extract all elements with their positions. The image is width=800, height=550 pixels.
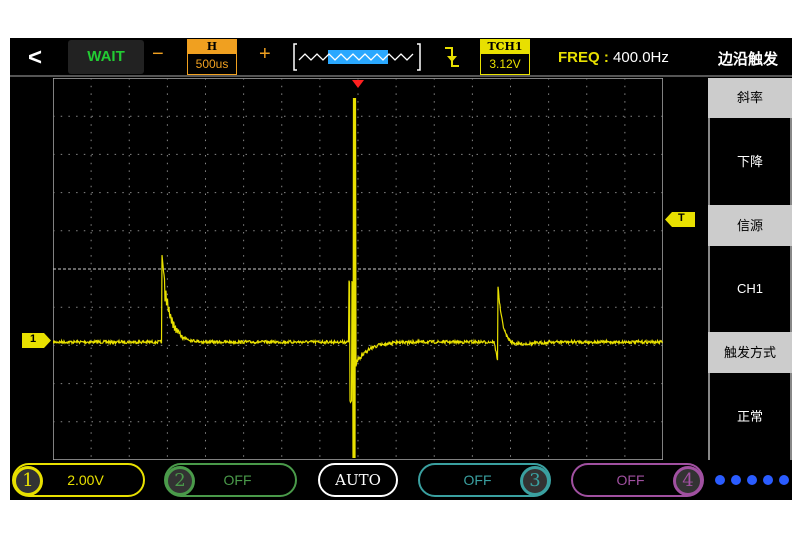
timebase-increase-button[interactable]: +	[259, 43, 271, 66]
freq-label: FREQ :	[558, 49, 609, 66]
timebase-decrease-button[interactable]: −	[152, 43, 164, 66]
back-button[interactable]: <	[28, 44, 42, 72]
channel2-number: 2	[165, 466, 195, 496]
top-bar: < WAIT − H 500us + TCH1 3.12V FREQ : 400…	[10, 38, 792, 77]
channel3-button[interactable]: OFF 3	[418, 463, 551, 497]
channel1-scale: 2.00V	[67, 472, 104, 488]
channel4-scale: OFF	[616, 472, 645, 488]
channel1-trace	[53, 97, 663, 459]
slope-button[interactable]: 下降	[708, 118, 792, 205]
trigger-mode-button[interactable]: 正常	[708, 373, 792, 460]
trigger-level-marker[interactable]: T	[665, 212, 695, 227]
channel4-number: 4	[673, 466, 703, 496]
timebase-value: 500us	[195, 57, 229, 71]
trigger-marker-label: T	[678, 212, 685, 224]
trigger-mode-label: 触发方式	[708, 332, 792, 373]
trigger-source-label: TCH1	[481, 40, 529, 54]
waveform-plot[interactable]	[53, 78, 663, 460]
channel1-number: 1	[13, 466, 43, 496]
source-label: 信源	[708, 205, 792, 246]
channel4-button[interactable]: OFF 4	[571, 463, 704, 497]
falling-edge-icon[interactable]	[444, 46, 460, 68]
channel1-offset-marker[interactable]: 1	[22, 333, 52, 348]
trigger-mode-title[interactable]: 边沿触发	[718, 48, 778, 69]
auto-button[interactable]: AUTO	[318, 463, 398, 497]
channel-bar: 1 2.00V 2 OFF AUTO OFF 3 OFF 4	[10, 461, 792, 500]
channel3-number: 3	[520, 466, 550, 496]
trigger-position-arrow	[352, 80, 364, 88]
source-button[interactable]: CH1	[708, 246, 792, 332]
channel2-button[interactable]: 2 OFF	[164, 463, 297, 497]
memory-position-bar[interactable]	[293, 42, 421, 72]
channel1-button[interactable]: 1 2.00V	[12, 463, 145, 497]
frequency-readout: FREQ : 400.0Hz	[558, 49, 669, 66]
oscilloscope-screen: < WAIT − H 500us + TCH1 3.12V FREQ : 400…	[10, 38, 792, 500]
channel3-scale: OFF	[463, 472, 492, 488]
timebase-label: H	[188, 40, 236, 54]
slope-label: 斜率	[708, 78, 792, 118]
channel2-scale: OFF	[223, 472, 252, 488]
channel-marker-label: 1	[30, 333, 37, 345]
trigger-level-value: 3.12V	[489, 57, 521, 71]
freq-value: 400.0Hz	[613, 49, 669, 66]
timebase-box[interactable]: H 500us	[187, 39, 237, 75]
trigger-level-box[interactable]: TCH1 3.12V	[480, 39, 530, 75]
run-status-button[interactable]: WAIT	[68, 40, 144, 74]
